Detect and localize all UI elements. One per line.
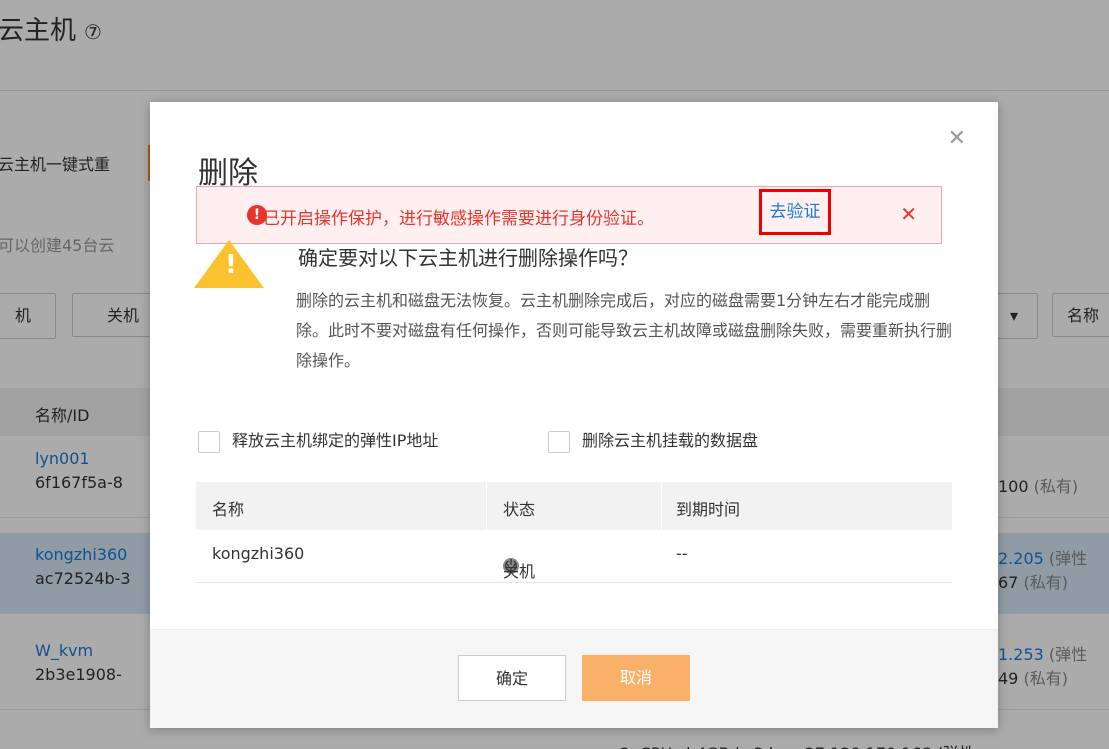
- checkbox-label: 释放云主机绑定的弹性IP地址: [232, 431, 439, 450]
- confirm-question: 确定要对以下云主机进行删除操作吗？: [298, 246, 638, 270]
- column-header-name: 名称: [212, 500, 245, 519]
- warning-exclamation: !: [225, 250, 237, 280]
- table-row: kongzhi360 ⏻ 关机 --: [196, 530, 952, 583]
- delete-description: 删除的云主机和磁盘无法恢复。云主机删除完成后，对应的磁盘需要1分钟左右才能完成删…: [296, 291, 953, 370]
- server-name: kongzhi360: [212, 544, 305, 563]
- alert-close-icon[interactable]: ✕: [900, 202, 917, 226]
- operation-protection-alert: ! 已开启操作保护，进行敏感操作需要进行身份验证。 去验证 ✕: [196, 186, 942, 244]
- checkbox-box[interactable]: [548, 430, 570, 453]
- column-divider: [661, 482, 662, 530]
- confirm-button[interactable]: 确定: [458, 655, 566, 701]
- delete-data-disk-checkbox[interactable]: 删除云主机挂载的数据盘: [548, 427, 758, 453]
- expiry-time: --: [676, 544, 688, 563]
- cancel-button[interactable]: 取消: [582, 655, 690, 701]
- verify-link[interactable]: 去验证: [759, 189, 831, 235]
- column-divider: [486, 482, 487, 530]
- delete-dialog: ✕ 删除 ! 已开启操作保护，进行敏感操作需要进行身份验证。 去验证 ✕ ! 确…: [150, 102, 998, 728]
- table-header: 名称 状态 到期时间: [196, 482, 952, 530]
- server-table: 名称 状态 到期时间 kongzhi360 ⏻ 关机 --: [196, 482, 952, 583]
- alert-text: 已开启操作保护，进行敏感操作需要进行身份验证。: [263, 209, 654, 229]
- checkbox-label: 删除云主机挂载的数据盘: [582, 431, 759, 450]
- column-header-status: 状态: [503, 500, 536, 519]
- status-text: 关机: [503, 562, 536, 581]
- release-eip-checkbox[interactable]: 释放云主机绑定的弹性IP地址: [198, 427, 438, 453]
- checkbox-box[interactable]: [198, 430, 220, 453]
- dialog-footer: 确定 取消: [150, 629, 998, 728]
- column-header-expiry: 到期时间: [676, 500, 741, 519]
- close-icon[interactable]: ✕: [948, 128, 966, 150]
